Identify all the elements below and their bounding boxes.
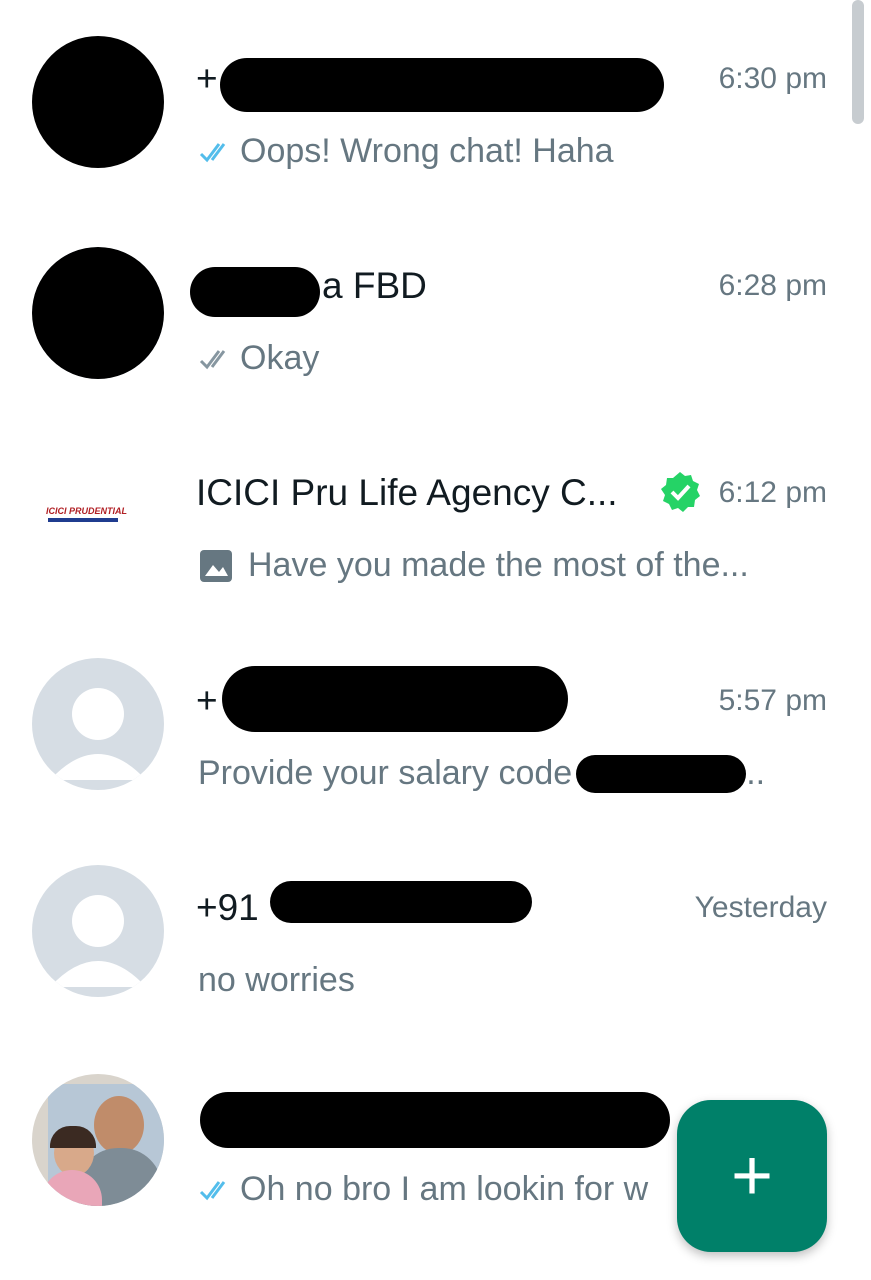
double-check-icon — [199, 349, 226, 369]
preview-text: Have you made the most of the... — [248, 546, 749, 584]
default-avatar-icon[interactable] — [32, 658, 164, 790]
chat-time: 6:12 pm — [718, 476, 827, 509]
chat-preview: Oops! Wrong chat! Haha — [198, 132, 614, 171]
preview-text: Oops! Wrong chat! Haha — [240, 132, 614, 170]
chat-preview: Have you made the most of the... — [198, 546, 749, 585]
chat-time: 6:28 pm — [718, 269, 827, 302]
verified-badge-icon — [661, 472, 700, 512]
preview-text: Provide your salary code — [198, 754, 573, 792]
redaction-mark — [190, 267, 320, 317]
chat-time: Yesterday — [694, 891, 827, 924]
redaction-mark — [200, 1092, 670, 1148]
avatar[interactable] — [32, 247, 164, 379]
chat-row[interactable]: + 6:30 pm Oops! Wrong chat! Haha — [0, 12, 871, 219]
redaction-mark — [222, 666, 568, 732]
new-chat-icon: + — [730, 1136, 774, 1216]
chat-name: a FBD — [322, 265, 427, 306]
avatar[interactable] — [32, 36, 164, 168]
preview-text: Okay — [240, 339, 320, 377]
chat-name: + — [196, 680, 218, 721]
double-check-icon — [199, 1180, 226, 1200]
chat-name: ICICI Pru Life Agency C... — [196, 472, 618, 513]
chat-name: + — [196, 58, 218, 99]
preview-text: Oh no bro I am lookin for w — [240, 1170, 649, 1208]
chat-preview: Okay — [198, 339, 319, 378]
chat-name: +91 — [196, 887, 259, 928]
chat-time: 5:57 pm — [718, 684, 827, 717]
chat-preview: Provide your salary code .. — [198, 754, 766, 793]
avatar[interactable] — [32, 1074, 164, 1206]
chat-preview: Oh no bro I am lookin for w — [198, 1170, 648, 1209]
redaction-mark — [270, 881, 532, 923]
chat-row[interactable]: +91 Yesterday no worries — [0, 841, 871, 1048]
chat-preview: no worries — [198, 961, 355, 1000]
chat-time: 6:30 pm — [718, 62, 827, 95]
redaction-mark — [220, 58, 664, 112]
preview-text: no worries — [198, 961, 355, 999]
image-icon — [200, 549, 232, 582]
default-avatar-icon[interactable] — [32, 865, 164, 997]
icici-logo[interactable]: ICICI PRUDENTIAL — [32, 446, 164, 578]
chat-row[interactable]: ICICI PRUDENTIAL ICICI Pru Life Agency C… — [0, 426, 871, 633]
double-check-icon — [199, 142, 226, 162]
new-chat-button[interactable]: + — [677, 1100, 827, 1252]
chat-row[interactable]: + 5:57 pm Provide your salary code .. — [0, 634, 871, 841]
chat-row[interactable]: a FBD 6:28 pm Okay — [0, 219, 871, 426]
